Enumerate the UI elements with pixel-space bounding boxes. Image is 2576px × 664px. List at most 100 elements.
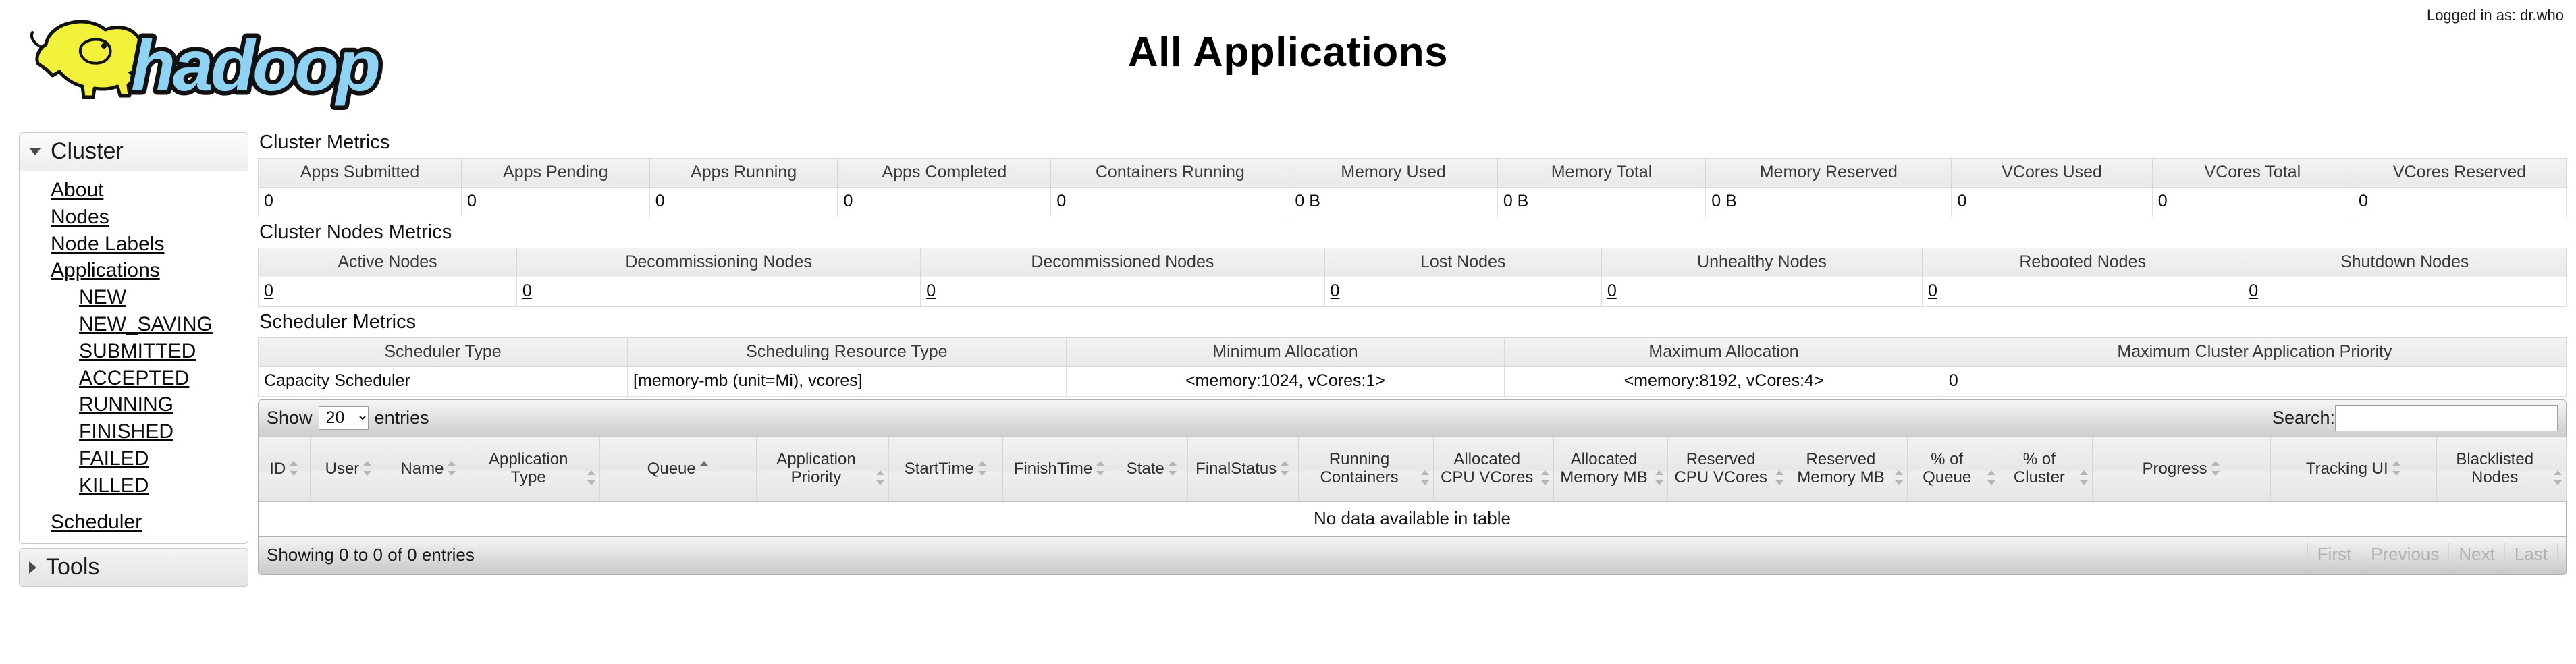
col-lost-nodes: Lost Nodes [1324,247,1602,277]
sidebar-item-killed[interactable]: KILLED [20,472,248,499]
main-content: Cluster Metrics Apps Submitted Apps Pend… [257,132,2567,576]
sort-icon [1895,469,1904,487]
sort-icon [1655,469,1665,487]
datatable-search-control: Search: [2272,404,2558,431]
page-title: All Applications [1127,29,1449,76]
sort-icon [587,469,597,487]
sort-ascending-icon [699,460,709,477]
col-id[interactable]: ID [258,437,311,503]
val-apps-pending: 0 [461,186,650,217]
col-starttime[interactable]: StartTime [888,437,1004,503]
col-allocated-memory-mb[interactable]: Allocated Memory MB [1553,437,1668,503]
val-scheduling-resource-type: [memory-mb (unit=Mi), vcores] [627,366,1067,397]
datatable-footer: Showing 0 to 0 of 0 entries First Previo… [258,537,2567,576]
val-apps-running: 0 [649,186,838,217]
col-running-containers[interactable]: Running Containers [1298,437,1434,503]
col-blacklisted-nodes[interactable]: Blacklisted Nodes [2436,437,2567,503]
col-decommissioning-nodes: Decommissioning Nodes [516,247,921,277]
sidebar-item-scheduler[interactable]: Scheduler [20,509,248,536]
val-vcores-used: 0 [1951,186,2153,217]
sidebar-item-new-saving[interactable]: NEW_SAVING [20,311,248,338]
col-application-type[interactable]: Application Type [471,437,600,503]
chevron-down-icon [29,148,41,155]
col-containers-running: Containers Running [1050,157,1290,188]
sidebar-item-accepted[interactable]: ACCEPTED [20,365,248,392]
sort-icon [290,460,299,477]
val-maximum-allocation: <memory:8192, vCores:4> [1504,366,1943,397]
cluster-metrics-value-row: 0 0 0 0 0 0 B 0 B 0 B 0 0 0 [257,186,2567,217]
pagination-controls: First Previous Next Last [2307,543,2558,568]
cluster-metrics-title: Cluster Metrics [259,132,390,153]
link-rebooted-nodes[interactable]: 0 [1928,281,1937,300]
col-finishtime[interactable]: FinishTime [1002,437,1117,503]
col-reserved-cpu-vcores[interactable]: Reserved CPU VCores [1667,437,1788,503]
datatable-info: Showing 0 to 0 of 0 entries [267,545,475,565]
col-state[interactable]: State [1117,437,1188,503]
col-allocated-cpu-vcores[interactable]: Allocated CPU VCores [1433,437,1555,503]
sort-icon [448,460,457,477]
link-lost-nodes[interactable]: 0 [1331,281,1340,300]
chevron-right-icon [29,561,36,574]
sidebar-item-applications[interactable]: Applications [20,257,248,284]
val-minimum-allocation: <memory:1024, vCores:1> [1065,366,1505,397]
sidebar-item-about[interactable]: About [20,177,248,204]
link-active-nodes[interactable]: 0 [264,281,273,300]
col-finalstatus[interactable]: FinalStatus [1187,437,1299,503]
sidebar-item-nodes[interactable]: Nodes [20,204,248,231]
sidebar-item-finished[interactable]: FINISHED [20,418,248,445]
col-reserved-memory-mb[interactable]: Reserved Memory MB [1788,437,1908,503]
sidebar-item-new[interactable]: NEW [20,284,248,311]
cluster-nodes-metrics-table: Active Nodes Decommissioning Nodes Decom… [258,247,2567,307]
scheduler-metrics-title: Scheduler Metrics [259,310,417,333]
col-queue[interactable]: Queue [599,437,757,503]
col-vcores-total: VCores Total [2151,157,2354,188]
col-memory-used: Memory Used [1289,157,1498,188]
sort-icon [2554,469,2563,487]
col-decommissioned-nodes: Decommissioned Nodes [920,247,1325,277]
val-unhealthy-nodes-cell: 0 [1601,276,1923,307]
val-vcores-total: 0 [2151,186,2354,217]
sort-icon [1541,469,1551,487]
pagination-first-button[interactable]: First [2307,543,2361,568]
sidebar-cluster-items: About Nodes Node Labels Applications NEW… [20,171,248,543]
scheduler-metrics-table: Scheduler Type Scheduling Resource Type … [257,337,2567,397]
datatable-toolbar: Show 20 40 60 80 100 entries Search: [258,399,2567,437]
applications-datatable: Show 20 40 60 80 100 entries Search: [258,399,2567,576]
search-label: Search: [2272,407,2335,428]
col-name[interactable]: Name [387,437,471,503]
length-label-after: entries [374,407,429,428]
col-apps-pending: Apps Pending [461,157,650,188]
sort-icon [876,469,886,487]
entries-per-page-select[interactable]: 20 40 60 80 100 [318,406,369,430]
col-vcores-used: VCores Used [1951,157,2153,188]
sidebar-cluster-header[interactable]: Cluster [20,133,248,171]
col-unhealthy-nodes: Unhealthy Nodes [1601,247,1923,277]
pagination-next-button[interactable]: Next [2448,543,2504,568]
link-unhealthy-nodes[interactable]: 0 [1607,281,1617,300]
pagination-previous-button[interactable]: Previous [2361,543,2448,568]
link-shutdown-nodes[interactable]: 0 [2249,281,2258,300]
logged-in-user: Logged in as: dr.who [2426,7,2564,24]
col-percent-of-cluster[interactable]: % of Cluster [2000,437,2093,503]
sidebar-item-node-labels[interactable]: Node Labels [20,231,248,258]
col-application-priority[interactable]: Application Priority [756,437,890,503]
pagination-last-button[interactable]: Last [2504,543,2558,568]
link-decommissioned-nodes[interactable]: 0 [926,281,936,300]
sidebar-item-running[interactable]: RUNNING [20,391,248,418]
sidebar-item-failed[interactable]: FAILED [20,445,248,472]
sort-icon [2392,460,2402,477]
sidebar-tools-header[interactable]: Tools [20,549,248,587]
cluster-metrics-header-row: Apps Submitted Apps Pending Apps Running… [257,157,2567,188]
sidebar-item-submitted[interactable]: SUBMITTED [20,338,248,365]
col-tracking-ui[interactable]: Tracking UI [2270,437,2438,503]
link-decommissioning-nodes[interactable]: 0 [522,281,532,300]
search-input[interactable] [2335,404,2558,431]
col-user[interactable]: User [310,437,388,503]
val-shutdown-nodes-cell: 0 [2243,276,2567,307]
sort-icon [1096,460,1106,477]
col-percent-of-queue[interactable]: % of Queue [1907,437,2001,503]
cluster-nodes-metrics-title: Cluster Nodes Metrics [259,221,452,243]
col-memory-reserved: Memory Reserved [1705,157,1952,188]
col-progress[interactable]: Progress [2092,437,2272,503]
val-scheduler-type: Capacity Scheduler [257,366,628,397]
